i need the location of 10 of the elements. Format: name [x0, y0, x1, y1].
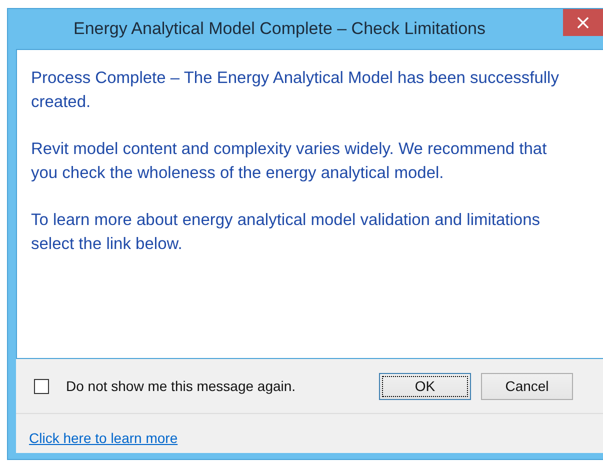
checkbox[interactable] — [34, 378, 49, 394]
window-title: Energy Analytical Model Complete – Check Limitations — [72, 18, 486, 39]
message-text: Revit model content and complexity varies widely. We recommend that you check the wholeness of the energy analytical model. — [31, 139, 548, 184]
message-text: Process Complete – The Energy Analytical Model has been successfully created. — [31, 68, 560, 113]
cancel-button[interactable]: Cancel — [481, 372, 573, 400]
message-text: To learn more about energy analytical model validation and limitations select the link below. — [31, 210, 542, 255]
checkbox-label: Do not show me this message again. — [66, 378, 297, 394]
close-button[interactable]: × — [563, 9, 603, 36]
learn-more-link[interactable]: Click here to learn more — [29, 430, 178, 446]
ok-button[interactable]: OK — [379, 372, 471, 400]
